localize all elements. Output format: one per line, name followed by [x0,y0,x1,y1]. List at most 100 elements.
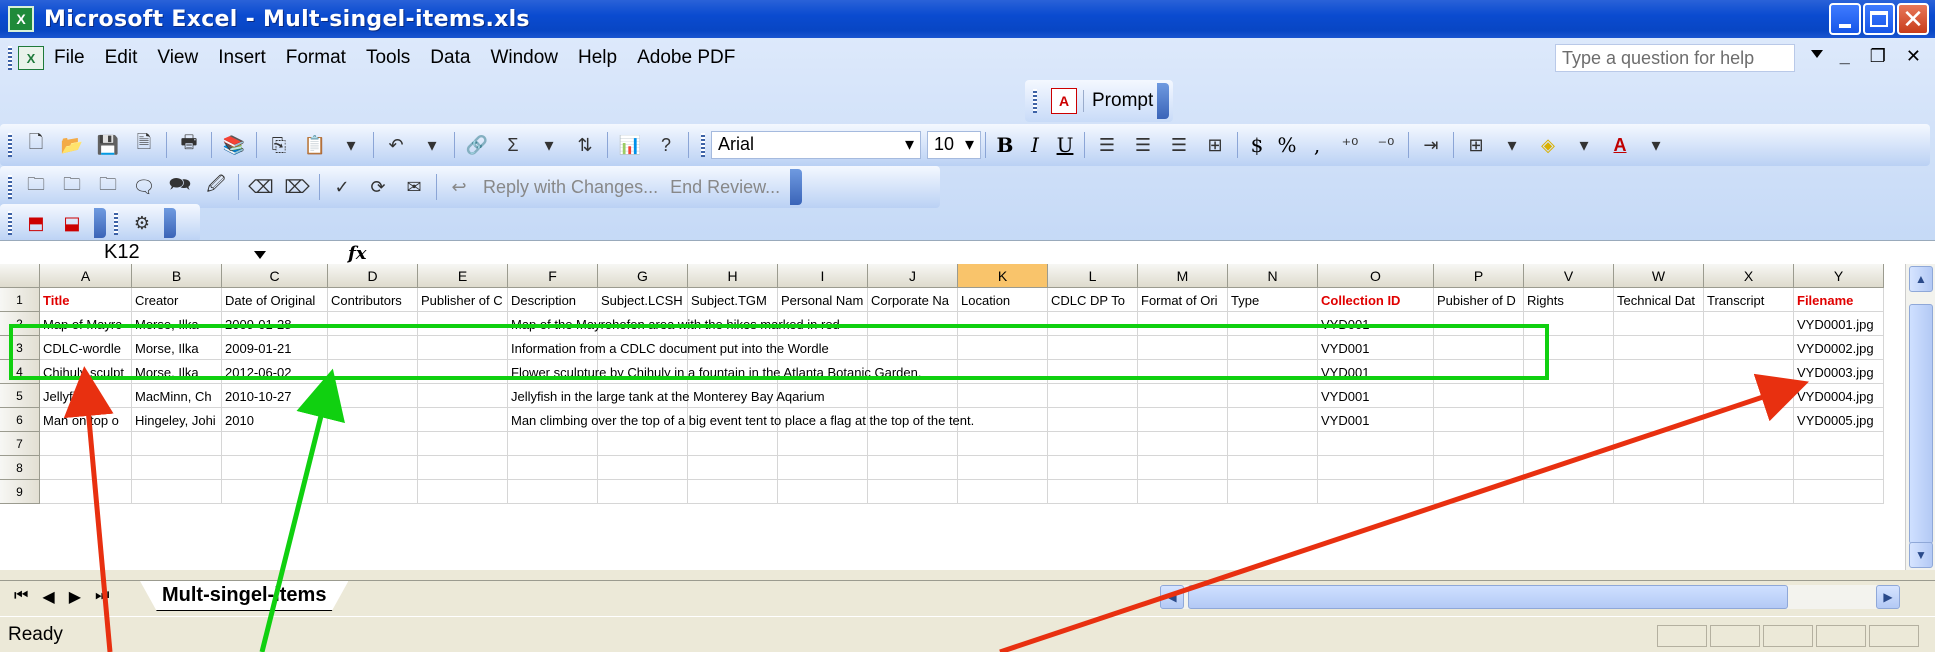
grid-cell[interactable] [508,480,598,504]
grid-cell[interactable] [688,480,778,504]
data-cell[interactable]: 2012-06-02 [222,360,328,384]
maximize-button[interactable] [1863,3,1895,35]
borders-icon[interactable]: ⊞ [1461,130,1491,160]
new-comment-icon[interactable]: 🗀 [21,172,51,202]
font-dropdown-icon[interactable]: ▾ [905,134,914,156]
grid-cell[interactable] [958,336,1048,360]
data-cell[interactable]: Morse, Ilka [132,336,222,360]
fill-color-icon[interactable]: ◈ [1533,130,1563,160]
menu-tools[interactable]: Tools [366,47,410,69]
minimize-button[interactable] [1829,3,1861,35]
column-header-i[interactable]: I [778,264,868,288]
grid-cell[interactable] [418,408,508,432]
column-header-g[interactable]: G [598,264,688,288]
data-cell[interactable]: Information from a CDLC document put int… [508,336,829,360]
grid-cell[interactable] [222,480,328,504]
menu-help[interactable]: Help [578,47,617,69]
column-header-y[interactable]: Y [1794,264,1884,288]
new-icon[interactable]: 🗋 [21,130,51,160]
sort-ascending-icon[interactable]: ⇅ [570,130,600,160]
help-search-input[interactable]: Type a question for help [1555,44,1795,72]
scroll-right-icon[interactable]: ▶ [1876,585,1900,609]
header-cell[interactable]: Corporate Na [868,288,958,312]
grid-cell[interactable] [1228,312,1318,336]
data-cell[interactable]: VYD001 [1318,408,1434,432]
grid-cell[interactable] [1228,480,1318,504]
grid-cell[interactable] [1704,312,1794,336]
data-cell[interactable]: Morse, Ilka [132,360,222,384]
row-header[interactable]: 4 [0,360,40,384]
undo-icon[interactable]: ↶ [381,130,411,160]
grid-cell[interactable] [1138,432,1228,456]
data-cell[interactable]: Map of Mayrc [40,312,132,336]
grid-cell[interactable] [1434,432,1524,456]
decrease-decimal-icon[interactable]: ⁻⁰ [1371,130,1401,160]
reply-with-changes-button[interactable]: Reply with Changes... [483,177,658,198]
percent-button[interactable]: % [1272,133,1302,157]
header-cell[interactable]: CDLC DP To [1048,288,1138,312]
grid-cell[interactable] [418,336,508,360]
grid-cell[interactable] [1614,432,1704,456]
grid-cell[interactable] [1434,408,1524,432]
toolbar-grip[interactable] [701,133,705,157]
comma-button[interactable]: , [1302,133,1332,157]
menu-data[interactable]: Data [430,47,470,69]
toolbar-options-icon[interactable] [94,208,106,238]
data-cell[interactable]: Map of the Mayrohofen area with the hike… [508,312,840,336]
bold-button[interactable]: B [990,133,1020,157]
menu-file[interactable]: File [54,47,85,69]
pdf-settings-icon[interactable]: ⚙ [127,208,157,238]
data-cell[interactable]: VYD0003.jpg [1794,360,1884,384]
header-cell[interactable]: Rights [1524,288,1614,312]
grid-cell[interactable] [1048,360,1138,384]
grid-cell[interactable] [1434,456,1524,480]
italic-button[interactable]: I [1020,133,1050,157]
row-header[interactable]: 9 [0,480,40,504]
merge-center-icon[interactable]: ⊞ [1200,130,1230,160]
grid-cell[interactable] [778,456,868,480]
grid-cell[interactable] [132,456,222,480]
copy-icon[interactable]: ⎘ [264,130,294,160]
grid-cell[interactable] [1434,360,1524,384]
grid-cell[interactable] [1048,312,1138,336]
column-header-p[interactable]: P [1434,264,1524,288]
header-cell[interactable]: Pubisher of D [1434,288,1524,312]
grid-cell[interactable] [328,360,418,384]
menu-adobe-pdf[interactable]: Adobe PDF [637,47,735,69]
grid-cell[interactable] [418,480,508,504]
previous-comment-icon[interactable]: 🗀 [57,172,87,202]
data-cell[interactable]: 2010 [222,408,328,432]
data-cell[interactable]: Man climbing over the top of a big event… [508,408,974,432]
grid-cell[interactable] [1614,312,1704,336]
grid-cell[interactable] [40,480,132,504]
grid-cell[interactable] [328,408,418,432]
grid-cell[interactable] [1138,480,1228,504]
vertical-scrollbar[interactable]: ▲ ▼ [1905,264,1935,570]
grid-cell[interactable] [132,480,222,504]
grid-cell[interactable] [1614,360,1704,384]
doc-close-icon[interactable]: ✕ [1906,46,1921,67]
grid-cell[interactable] [1434,480,1524,504]
data-cell[interactable]: VYD001 [1318,336,1434,360]
grid-cell[interactable] [508,456,598,480]
save-icon[interactable]: 💾 [93,130,123,160]
grid-cell[interactable] [778,480,868,504]
scroll-left-icon[interactable]: ◀ [1160,585,1184,609]
grid-cell[interactable] [1434,384,1524,408]
grid-cell[interactable] [40,432,132,456]
grid-cell[interactable] [1524,480,1614,504]
grid-cell[interactable] [132,432,222,456]
grid-cell[interactable] [1138,312,1228,336]
grid-cell[interactable] [1318,432,1434,456]
tab-mult-singel-items[interactable]: Mult-singel-items [140,581,349,611]
prompt-button[interactable]: Prompt [1083,90,1153,112]
excel-app-icon[interactable]: X [8,6,34,32]
update-file-icon[interactable]: ⟳ [363,172,393,202]
name-box-dropdown-icon[interactable] [254,251,266,259]
research-icon[interactable]: 📚 [219,130,249,160]
grid-cell[interactable] [40,456,132,480]
grid-cell[interactable] [1614,456,1704,480]
paste-dropdown-icon[interactable]: ▾ [336,130,366,160]
data-cell[interactable]: 2009-01-21 [222,336,328,360]
grid-cell[interactable] [868,480,958,504]
